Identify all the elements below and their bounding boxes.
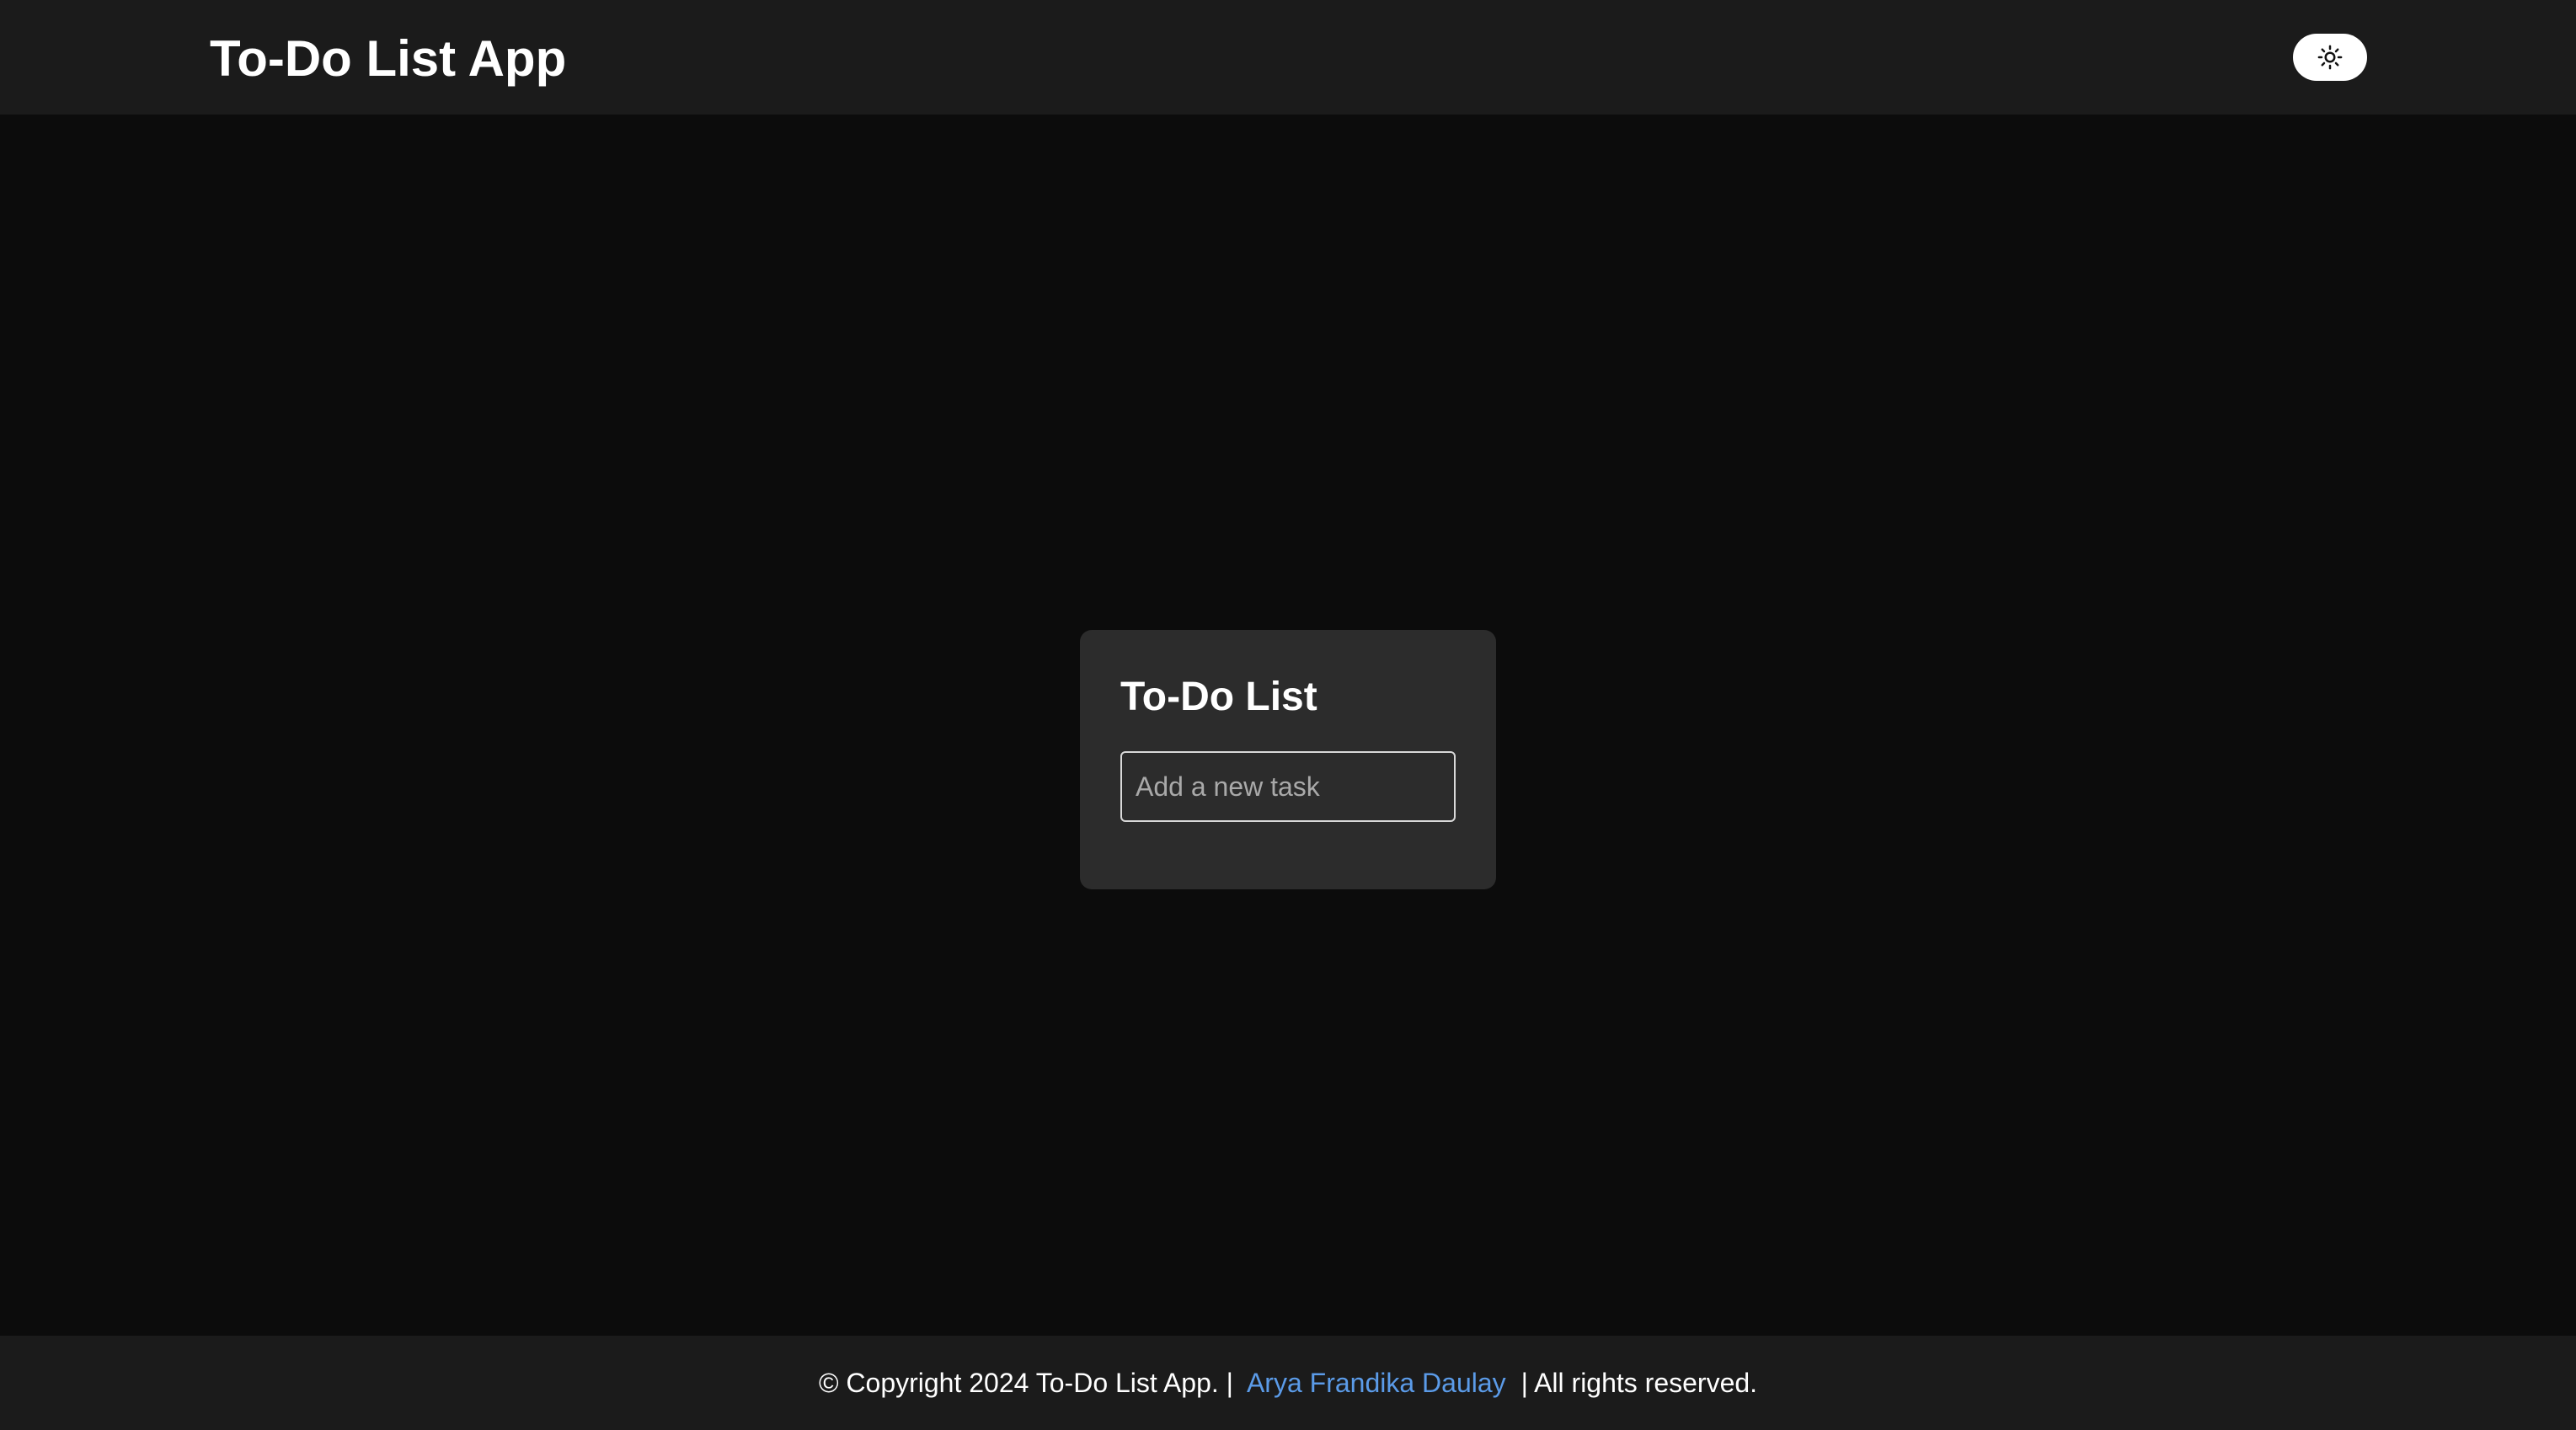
todo-card: To-Do List <box>1080 630 1496 889</box>
app-brand[interactable]: To-Do List App <box>210 25 566 93</box>
navbar: To-Do List App <box>0 0 2576 115</box>
sun-icon <box>2317 45 2343 70</box>
new-task-input[interactable] <box>1120 751 1456 822</box>
page: To-Do List App To-Do List © <box>0 0 2576 1430</box>
theme-toggle-button[interactable] <box>2293 34 2367 81</box>
author-link[interactable]: Arya Frandika Daulay <box>1247 1368 1506 1399</box>
todo-card-title: To-Do List <box>1120 675 1317 719</box>
footer: © Copyright 2024 To-Do List App. | Arya … <box>0 1336 2576 1430</box>
footer-copyright-text: © Copyright 2024 To-Do List App. | <box>818 1367 1233 1398</box>
footer-rights-text: | All rights reserved. <box>1520 1367 1758 1398</box>
